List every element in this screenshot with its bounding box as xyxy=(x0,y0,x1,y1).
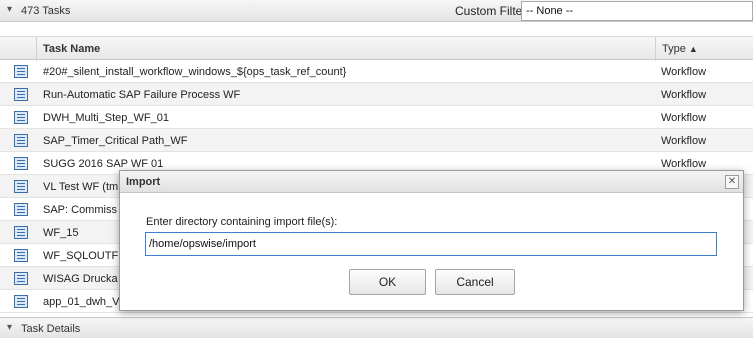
workflow-task-icon xyxy=(14,134,28,147)
task-details-label: Task Details xyxy=(21,323,81,335)
table-row[interactable]: DWH_Multi_Step_WF_01 Workflow xyxy=(0,106,753,129)
task-type: Workflow xyxy=(661,112,707,124)
tasks-panel-header: ▾ 473 Tasks Custom Filter -- None -- xyxy=(0,0,753,22)
column-type-label: Type xyxy=(662,43,686,55)
workflow-task-icon xyxy=(14,88,28,101)
task-name: VL Test WF (tm xyxy=(43,181,119,193)
table-row[interactable]: Run-Automatic SAP Failure Process WF Work… xyxy=(0,83,753,106)
column-header-row: Task Name Type ▲ xyxy=(0,36,753,61)
ok-button[interactable]: OK xyxy=(349,269,426,295)
task-name: Run-Automatic SAP Failure Process WF xyxy=(43,89,241,101)
close-icon[interactable]: ✕ xyxy=(725,175,739,189)
task-type: Workflow xyxy=(661,89,707,101)
workflow-task-icon xyxy=(14,272,28,285)
task-type: Workflow xyxy=(661,66,707,78)
table-row[interactable]: #20#_silent_install_workflow_windows_${o… xyxy=(0,60,753,83)
expand-chevron-icon[interactable]: ▾ xyxy=(7,322,12,333)
task-name: WF_15 xyxy=(43,227,79,239)
table-row[interactable]: SAP_Timer_Critical Path_WF Workflow xyxy=(0,129,753,152)
import-directory-prompt: Enter directory containing import file(s… xyxy=(146,216,338,228)
task-details-panel-header[interactable]: ▾ Task Details xyxy=(0,317,753,338)
workflow-task-icon xyxy=(14,249,28,262)
import-dialog: Import ✕ Enter directory containing impo… xyxy=(119,170,744,311)
task-name: WISAG Drucka xyxy=(43,273,118,285)
task-name: SAP: Commiss xyxy=(43,204,117,216)
task-type: Workflow xyxy=(661,135,707,147)
task-name: WF_SQLOUTF xyxy=(43,250,119,262)
workflow-task-icon xyxy=(14,157,28,170)
sort-ascending-icon: ▲ xyxy=(688,44,698,54)
task-name: SUGG 2016 SAP WF 01 xyxy=(43,158,164,170)
workflow-task-icon xyxy=(14,180,28,193)
task-name: SAP_Timer_Critical Path_WF xyxy=(43,135,188,147)
task-type: Workflow xyxy=(661,158,707,170)
workflow-task-icon xyxy=(14,226,28,239)
cancel-button[interactable]: Cancel xyxy=(435,269,515,295)
task-name: #20#_silent_install_workflow_windows_${o… xyxy=(43,66,347,78)
task-name: app_01_dwh_V xyxy=(43,296,120,308)
dialog-title-bar[interactable]: Import ✕ xyxy=(120,171,743,193)
task-name: DWH_Multi_Step_WF_01 xyxy=(43,112,169,124)
import-directory-input[interactable] xyxy=(145,232,717,256)
workflow-task-icon xyxy=(14,65,28,78)
column-task-name[interactable]: Task Name xyxy=(43,43,100,55)
task-table-header: Task Name Type ▲ xyxy=(0,22,753,61)
dialog-title: Import xyxy=(126,176,161,188)
custom-filter-label: Custom Filter xyxy=(455,4,527,18)
custom-filter-select[interactable]: -- None -- xyxy=(521,1,753,21)
column-type[interactable]: Type ▲ xyxy=(655,37,698,61)
column-divider xyxy=(36,37,37,61)
collapse-chevron-icon[interactable]: ▾ xyxy=(7,4,12,15)
workflow-task-icon xyxy=(14,111,28,124)
task-count-label: 473 Tasks xyxy=(21,5,71,17)
workflow-task-icon xyxy=(14,295,28,308)
workflow-task-icon xyxy=(14,203,28,216)
